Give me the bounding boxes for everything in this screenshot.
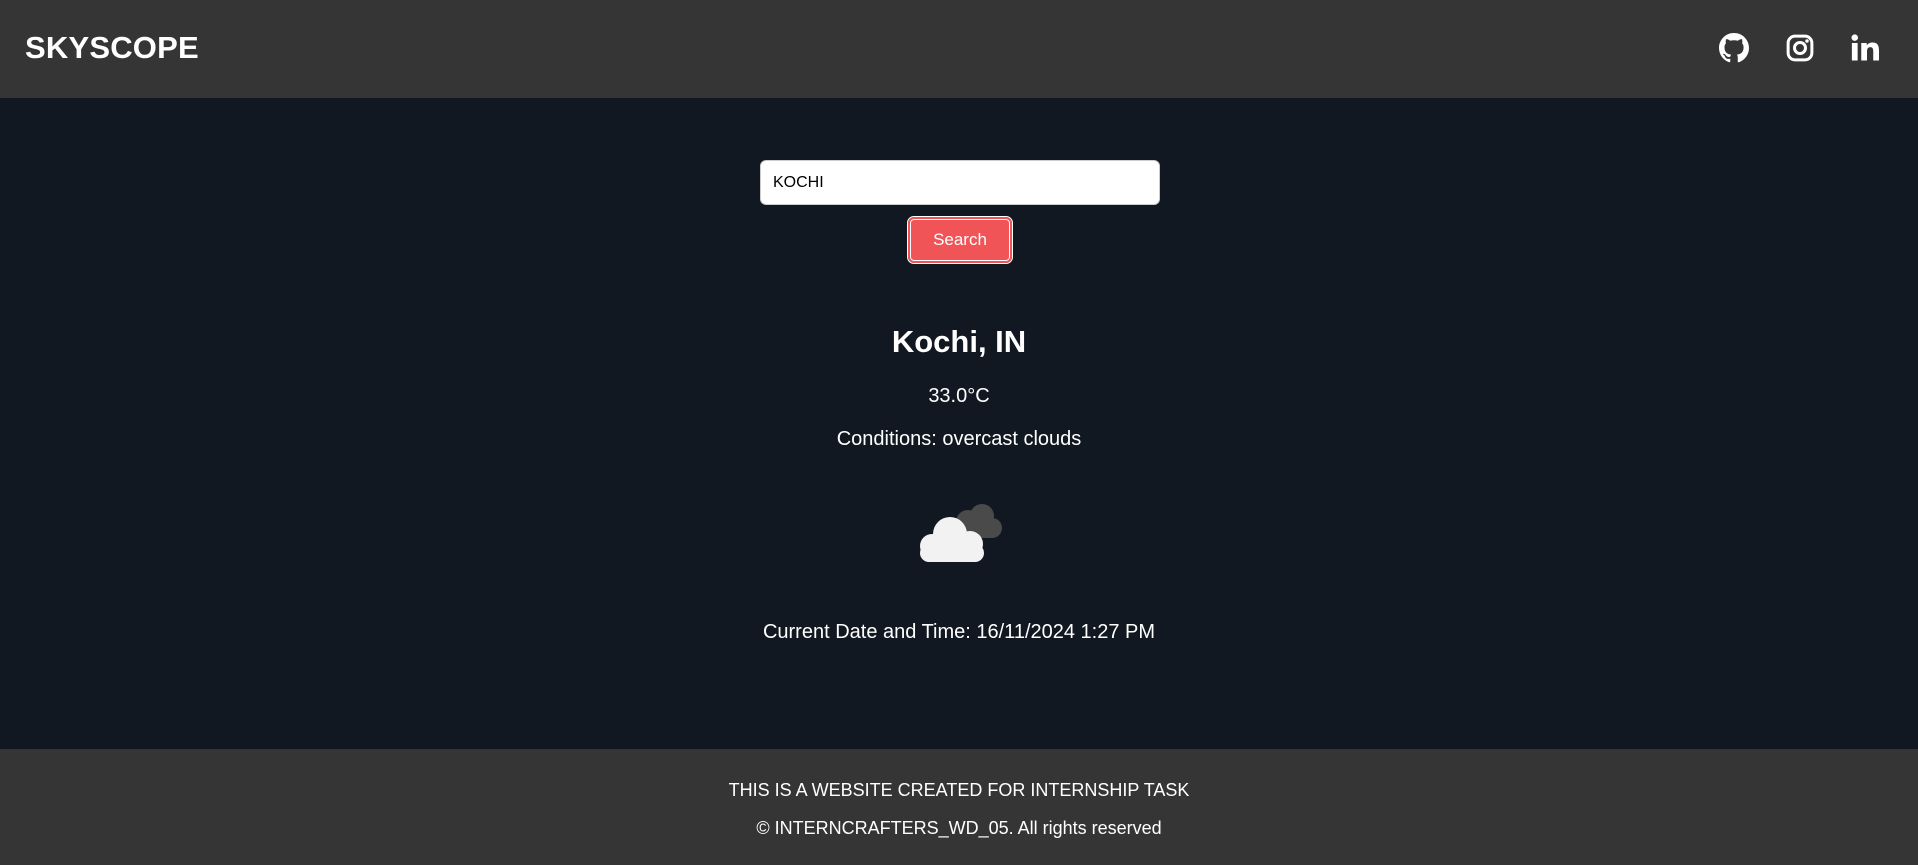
instagram-icon — [1785, 33, 1815, 63]
github-icon — [1719, 33, 1749, 63]
city-search-input[interactable] — [760, 160, 1160, 205]
site-logo[interactable]: SKYSCOPE — [25, 30, 199, 66]
site-footer: THIS IS A WEBSITE CREATED FOR INTERNSHIP… — [0, 749, 1918, 865]
footer-tagline: THIS IS A WEBSITE CREATED FOR INTERNSHIP… — [728, 780, 1190, 800]
temperature: 33.0°C — [928, 385, 990, 407]
instagram-link[interactable] — [1781, 29, 1819, 67]
overcast-clouds-icon — [912, 500, 1008, 566]
site-header: SKYSCOPE — [0, 0, 1918, 98]
city-name: Kochi, IN — [891, 324, 1027, 359]
main-content: Search Kochi, IN 33.0°C Conditions: over… — [0, 98, 1918, 749]
linkedin-link[interactable] — [1846, 29, 1884, 67]
current-datetime: Current Date and Time: 16/11/2024 1:27 P… — [762, 621, 1156, 643]
github-link[interactable] — [1715, 29, 1753, 67]
search-button[interactable]: Search — [907, 216, 1013, 264]
linkedin-icon — [1850, 33, 1880, 63]
weather-conditions: Conditions: overcast clouds — [836, 428, 1082, 450]
footer-copyright: © INTERNCRAFTERS_WD_05. All rights reser… — [756, 818, 1162, 838]
